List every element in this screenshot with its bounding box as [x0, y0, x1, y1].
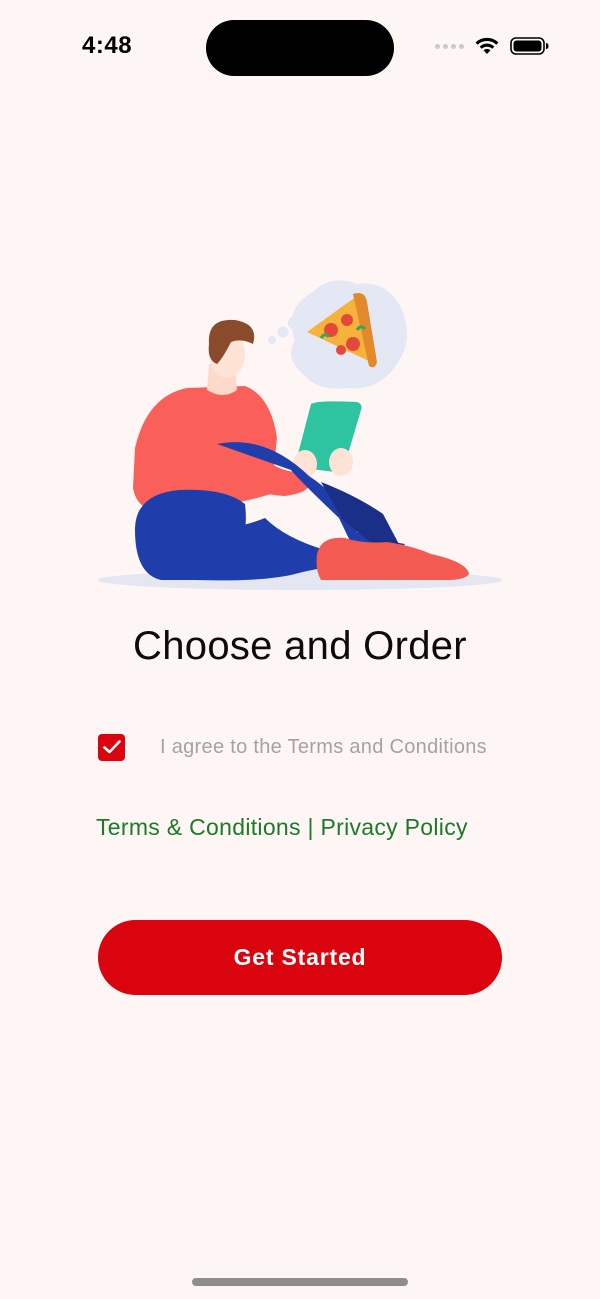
- get-started-button[interactable]: Get Started: [98, 920, 502, 995]
- privacy-link[interactable]: Privacy Policy: [320, 814, 467, 840]
- status-icons: [435, 36, 550, 56]
- battery-icon: [510, 37, 549, 55]
- legal-links: Terms & Conditions | Privacy Policy: [96, 814, 468, 841]
- links-separator: |: [300, 814, 321, 840]
- onboarding-illustration: [98, 280, 502, 590]
- terms-link[interactable]: Terms & Conditions: [96, 814, 301, 840]
- status-bar: 4:48: [0, 0, 600, 96]
- agree-checkbox[interactable]: [98, 733, 125, 761]
- page-title: Choose and Order: [133, 624, 467, 668]
- agree-terms-row[interactable]: I agree to the Terms and Conditions: [98, 732, 528, 762]
- home-indicator: [192, 1278, 408, 1286]
- signal-dots-icon: [435, 43, 464, 49]
- agree-checkbox-label: I agree to the Terms and Conditions: [160, 735, 487, 758]
- dynamic-island: [206, 20, 394, 76]
- checkmark-icon: [102, 740, 121, 754]
- wifi-icon: [475, 37, 499, 54]
- status-time: 4:48: [82, 32, 133, 59]
